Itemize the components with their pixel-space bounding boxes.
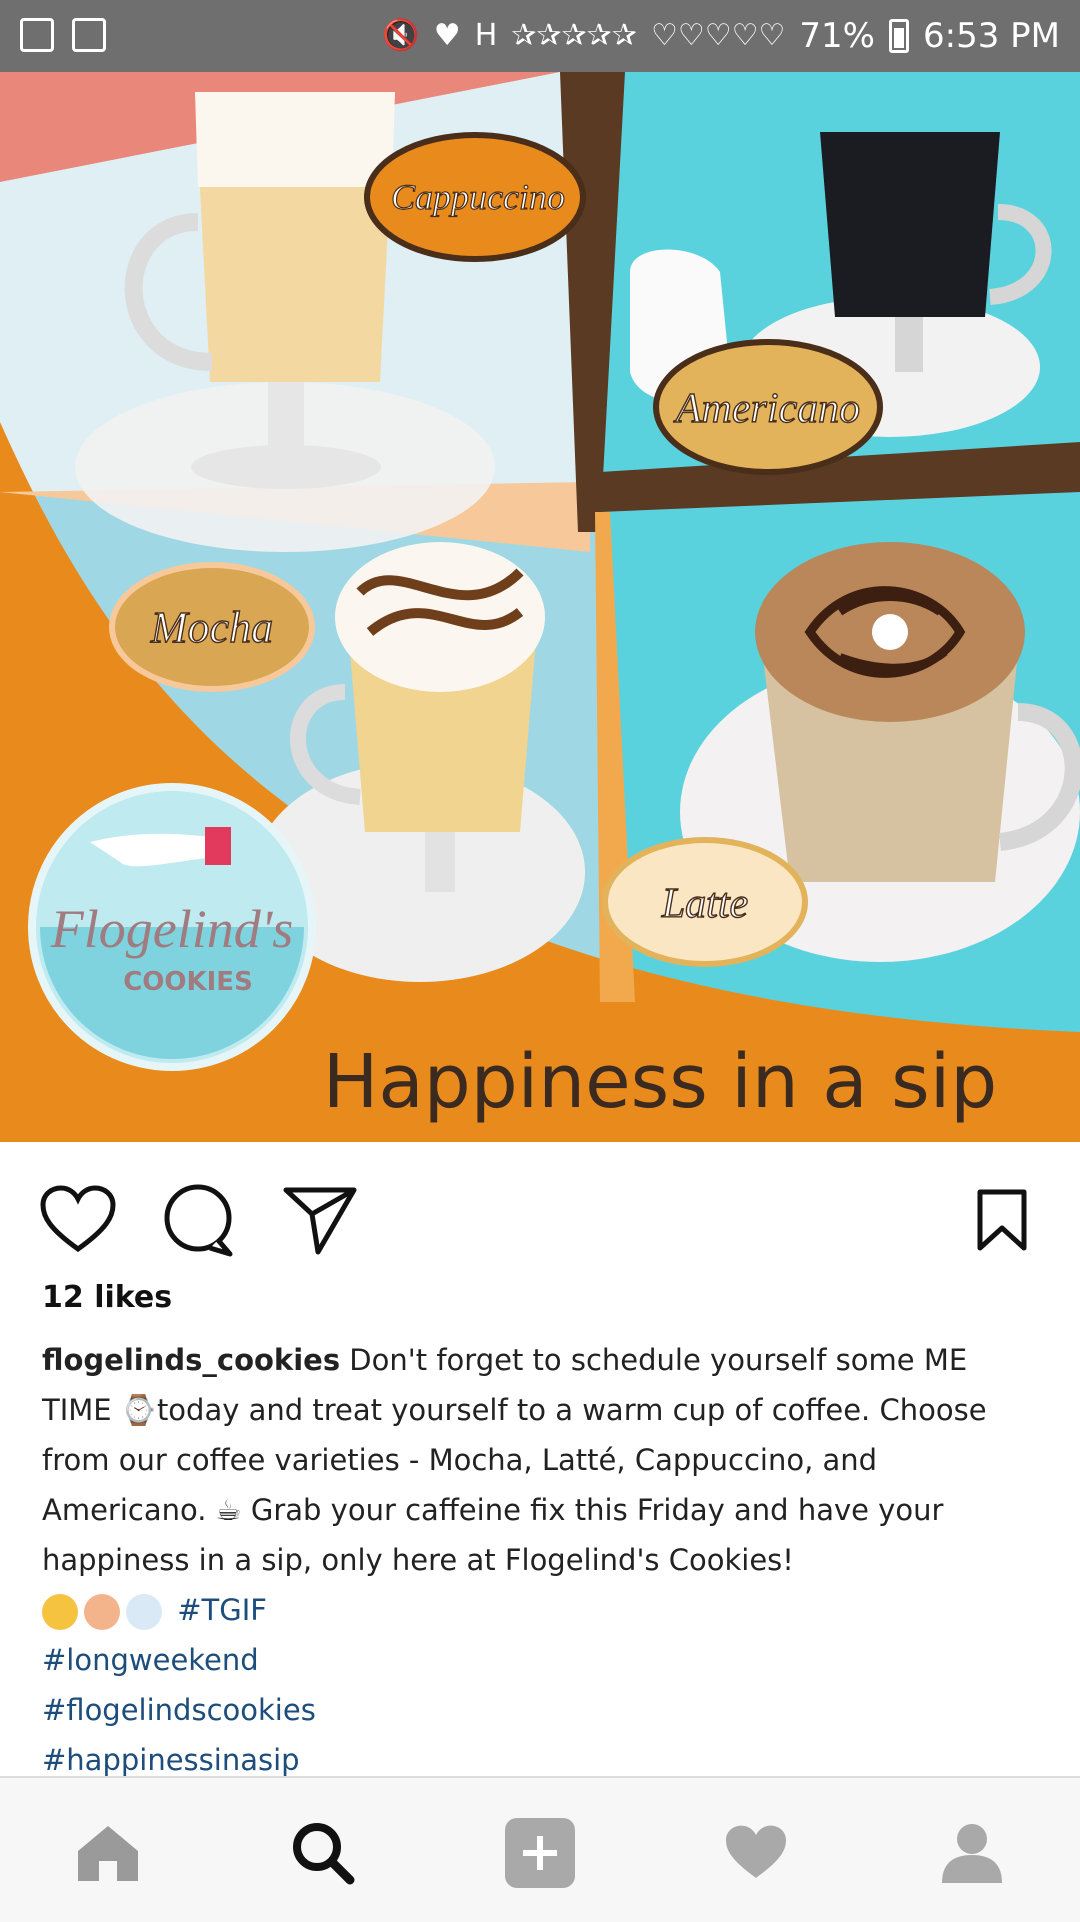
rating-icon: ✰✰✰✰✰ bbox=[511, 18, 637, 53]
home-icon[interactable] bbox=[63, 1808, 153, 1898]
hearts-icon: ♡♡♡♡♡ bbox=[650, 18, 786, 53]
dash-emoji-icon bbox=[126, 1594, 162, 1630]
comment-icon[interactable] bbox=[158, 1180, 238, 1260]
search-icon[interactable] bbox=[278, 1808, 368, 1898]
notification-icon: ♥ bbox=[433, 18, 461, 53]
svg-text:COOKIES: COOKIES bbox=[123, 967, 253, 997]
share-icon[interactable] bbox=[280, 1180, 360, 1260]
label-americano: Americano bbox=[653, 339, 883, 475]
smile-emoji-icon bbox=[42, 1594, 78, 1630]
svg-text:Latte: Latte bbox=[661, 881, 748, 927]
likes-count[interactable]: 12 likes bbox=[42, 1280, 172, 1315]
tagline: Happiness in a sip bbox=[323, 1039, 998, 1125]
status-bar: 🔇 ♥ H ✰✰✰✰✰ ♡♡♡♡♡ 71% 6:53 PM bbox=[0, 0, 1080, 72]
hashtag[interactable]: #longweekend bbox=[42, 1635, 1042, 1685]
profile-icon[interactable] bbox=[927, 1808, 1017, 1898]
battery-icon bbox=[889, 19, 909, 53]
post-image[interactable]: Cappuccino Americano Mocha Latte Flogeli… bbox=[0, 72, 1080, 1142]
post-username[interactable]: flogelinds_cookies bbox=[42, 1343, 340, 1377]
svg-text:Mocha: Mocha bbox=[150, 603, 273, 652]
recycle-icon bbox=[72, 18, 106, 52]
battery-percent: 71% bbox=[799, 16, 875, 56]
label-mocha: Mocha bbox=[109, 562, 315, 692]
mute-icon: 🔇 bbox=[382, 18, 420, 53]
svg-text:Americano: Americano bbox=[673, 386, 860, 432]
person-emoji-icon bbox=[84, 1594, 120, 1630]
label-cappuccino: Cappuccino bbox=[364, 132, 586, 262]
caption-text: Don't forget to schedule yourself some M… bbox=[42, 1343, 987, 1577]
clock: 6:53 PM bbox=[923, 16, 1060, 56]
bottom-nav bbox=[0, 1776, 1080, 1922]
activity-icon[interactable] bbox=[711, 1808, 801, 1898]
label-latte: Latte bbox=[602, 837, 808, 967]
svg-text:Flogelind's: Flogelind's bbox=[50, 899, 294, 959]
signal-h-icon: H bbox=[474, 18, 498, 53]
post-actions bbox=[0, 1142, 1080, 1282]
brand-logo: Flogelind's COOKIES bbox=[28, 783, 316, 1071]
svg-text:Cappuccino: Cappuccino bbox=[391, 177, 565, 217]
heart-icon[interactable] bbox=[38, 1180, 118, 1260]
add-icon[interactable] bbox=[495, 1808, 585, 1898]
hashtag[interactable]: #flogelindscookies bbox=[42, 1685, 1042, 1735]
hashtag[interactable]: #TGIF bbox=[177, 1593, 267, 1627]
post-caption: flogelinds_cookies Don't forget to sched… bbox=[42, 1335, 1042, 1785]
image-icon bbox=[20, 18, 54, 52]
bookmark-icon[interactable] bbox=[962, 1180, 1042, 1260]
